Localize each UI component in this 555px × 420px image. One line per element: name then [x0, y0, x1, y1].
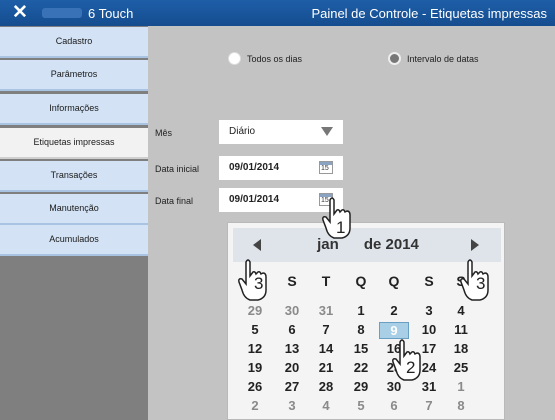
end-date-label: Data final [155, 196, 194, 206]
calendar-day[interactable]: 31 [311, 303, 341, 318]
calendar-day[interactable]: 20 [277, 360, 307, 375]
sidebar-item-label: Informações [49, 103, 99, 113]
close-icon[interactable]: ✕ [12, 2, 28, 24]
sidebar-item-label: Etiquetas impressas [33, 137, 115, 147]
calendar-day[interactable]: 6 [379, 398, 409, 413]
prev-month-icon[interactable] [253, 239, 261, 251]
calendar-icon[interactable]: 15 [319, 161, 333, 174]
weekday-header: S [287, 273, 297, 289]
radio-all-days-label: Todos os dias [247, 53, 303, 64]
sidebar-item-parametros[interactable]: Parâmetros [0, 60, 148, 91]
calendar-day[interactable]: 8 [346, 322, 376, 337]
calendar-day[interactable]: 26 [240, 379, 270, 394]
title-bar: ✕ 6 Touch Painel de Controle - Etiquetas… [0, 0, 555, 26]
sidebar-item-informacoes[interactable]: Informações [0, 94, 148, 125]
calendar-year: de 2014 [363, 236, 419, 253]
pointer-hand-icon: 3 [236, 258, 276, 302]
calendar-day[interactable]: 1 [346, 303, 376, 318]
calendar-day[interactable]: 3 [277, 398, 307, 413]
month-label: Mês [155, 128, 173, 138]
weekday-header: Q [355, 273, 367, 289]
calendar-day[interactable]: 22 [346, 360, 376, 375]
radio-all-days[interactable]: Todos os dias [228, 52, 302, 65]
date-picker: jan de 2014 DSTQQSS293031123456789101112… [227, 222, 505, 420]
calendar-day[interactable]: 21 [311, 360, 341, 375]
calendar-day[interactable]: 5 [346, 398, 376, 413]
calendar-day[interactable]: 2 [240, 398, 270, 413]
calendar-day[interactable]: 2 [379, 303, 409, 318]
month-select[interactable]: Diário [219, 120, 343, 144]
calendar-day-selected[interactable]: 9 [379, 322, 409, 339]
end-date-value: 09/01/2014 [229, 194, 280, 205]
calendar-title: jan de 2014 [293, 236, 443, 253]
pointer-hand-icon: 1 [320, 196, 360, 240]
calendar-day[interactable]: 30 [277, 303, 307, 318]
calendar-day[interactable]: 28 [311, 379, 341, 394]
calendar-day[interactable]: 3 [414, 303, 444, 318]
pointer-hand-icon: 2 [390, 338, 430, 382]
start-date-field[interactable]: 09/01/2014 15 [219, 156, 343, 180]
start-date-value: 09/01/2014 [229, 162, 280, 173]
brand-logo [42, 8, 82, 18]
calendar-day[interactable]: 13 [277, 341, 307, 356]
calendar-day[interactable]: 25 [446, 360, 476, 375]
next-month-icon[interactable] [471, 239, 479, 251]
calendar-day[interactable]: 1 [446, 379, 476, 394]
calendar-day[interactable]: 8 [446, 398, 476, 413]
screen-title: Painel de Controle - Etiquetas impressas [311, 6, 547, 21]
sidebar-item-label: Manutenção [49, 203, 99, 213]
calendar-day[interactable]: 29 [346, 379, 376, 394]
sidebar: Cadastro Parâmetros Informações Etiqueta… [0, 26, 148, 420]
chevron-down-icon [321, 127, 333, 136]
step-number: 1 [336, 218, 346, 237]
sidebar-item-manutencao[interactable]: Manutenção [0, 194, 148, 225]
month-value: Diário [229, 126, 256, 137]
calendar-day[interactable]: 4 [311, 398, 341, 413]
calendar-day[interactable]: 15 [346, 341, 376, 356]
radio-selected-icon [228, 52, 241, 65]
calendar-day[interactable]: 18 [446, 341, 476, 356]
calendar-day[interactable]: 7 [414, 398, 444, 413]
sidebar-item-label: Transações [50, 170, 98, 180]
calendar-day[interactable]: 10 [414, 322, 444, 337]
calendar-day[interactable]: 29 [240, 303, 270, 318]
calendar-day[interactable]: 12 [240, 341, 270, 356]
calendar-day[interactable]: 14 [311, 341, 341, 356]
sidebar-item-cadastro[interactable]: Cadastro [0, 27, 148, 58]
app-name: 6 Touch [88, 6, 134, 21]
weekday-header: S [424, 273, 434, 289]
calendar-day[interactable]: 6 [277, 322, 307, 337]
calendar-day[interactable]: 7 [311, 322, 341, 337]
radio-date-range-label: Intervalo de datas [407, 53, 479, 64]
radio-unselected-icon [388, 52, 401, 65]
sidebar-item-transacoes[interactable]: Transações [0, 161, 148, 192]
sidebar-item-label: Cadastro [55, 36, 93, 46]
radio-date-range[interactable]: Intervalo de datas [388, 52, 479, 65]
weekday-header: T [321, 273, 331, 289]
calendar-day[interactable]: 27 [277, 379, 307, 394]
calendar-icon-day: 15 [321, 165, 329, 172]
sidebar-item-acumulados[interactable]: Acumulados [0, 225, 148, 256]
sidebar-item-label: Parâmetros [50, 69, 98, 79]
step-number: 3 [254, 274, 264, 293]
pointer-hand-icon: 3 [458, 258, 498, 302]
calendar-day[interactable]: 11 [446, 322, 476, 337]
weekday-header: Q [388, 273, 400, 289]
calendar-day[interactable]: 5 [240, 322, 270, 337]
calendar-day[interactable]: 4 [446, 303, 476, 318]
sidebar-item-label: Acumulados [49, 234, 99, 244]
sidebar-item-etiquetas-impressas[interactable]: Etiquetas impressas [0, 128, 148, 159]
calendar-header: jan de 2014 [233, 228, 501, 262]
step-number: 2 [406, 358, 416, 377]
calendar-day[interactable]: 19 [240, 360, 270, 375]
step-number: 3 [476, 274, 486, 293]
start-date-label: Data inicial [155, 164, 200, 174]
